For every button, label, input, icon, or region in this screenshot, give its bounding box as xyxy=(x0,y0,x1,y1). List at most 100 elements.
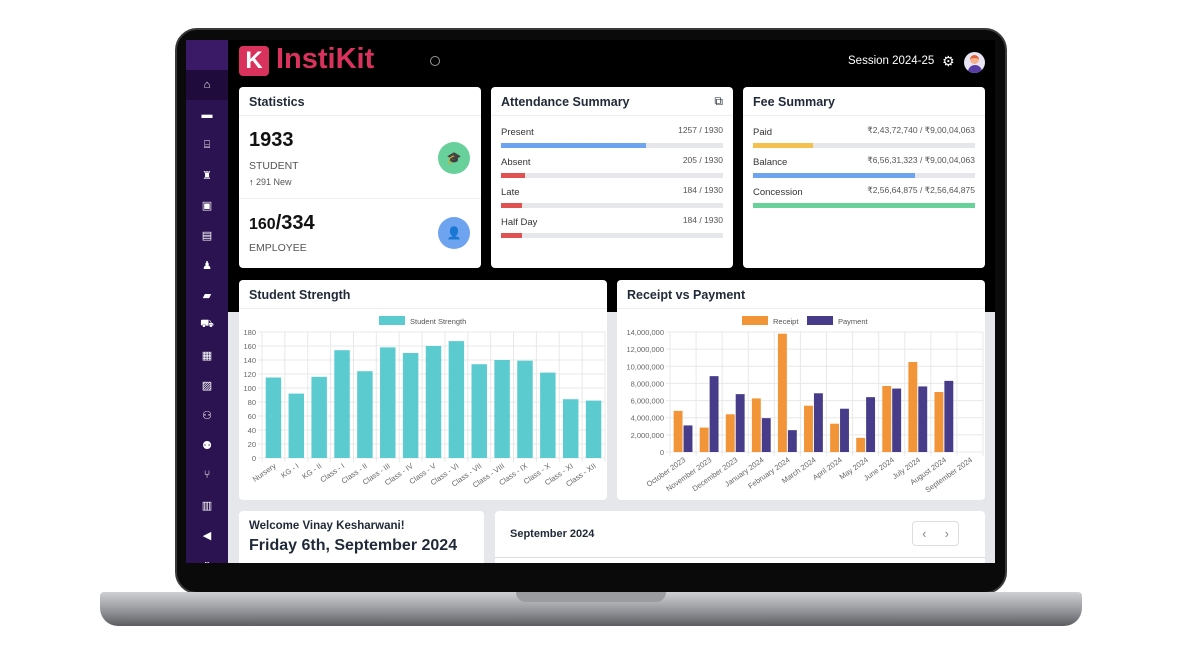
gear-icon[interactable]: ⚙ xyxy=(942,53,955,70)
chevron-left-icon[interactable]: ‹ xyxy=(922,526,926,541)
menu-toggle-icon[interactable] xyxy=(430,56,440,66)
welcome-card: Welcome Vinay Kesharwani! Friday 6th, Se… xyxy=(239,511,484,563)
bar xyxy=(751,398,761,452)
sofa-icon[interactable]: ▬ xyxy=(186,100,228,130)
summary-row: Balance ₹6,56,31,323 / ₹9,00,04,063 xyxy=(743,148,985,178)
folder-icon[interactable]: ▰ xyxy=(186,280,228,310)
truck-icon[interactable]: ⛟ xyxy=(186,310,228,340)
bar xyxy=(288,393,305,458)
row-value: 184 / 1930 xyxy=(682,215,723,225)
bar xyxy=(908,362,918,452)
sidebar: ⌂▬⌸♜▣▤♟▰⛟▦▨⚇⚉⑂▥◀▯ xyxy=(186,40,228,563)
card-title: Student Strength xyxy=(239,280,607,309)
bar xyxy=(856,437,866,452)
row-label: Paid xyxy=(753,127,773,138)
card-title: Statistics xyxy=(239,87,481,116)
row-label: Concession xyxy=(753,187,803,198)
y-tick-label: 160 xyxy=(243,342,256,351)
card-title: Receipt vs Payment xyxy=(617,280,985,309)
progress-bar xyxy=(753,203,975,208)
bar xyxy=(380,347,396,458)
bar xyxy=(562,399,579,458)
y-tick-label: 60 xyxy=(248,412,256,421)
external-link-icon[interactable]: ⧉ xyxy=(714,94,723,109)
x-tick-label: KG - I xyxy=(279,461,300,480)
bar xyxy=(725,414,735,452)
user-avatar[interactable] xyxy=(964,52,985,73)
y-tick-label: 6,000,000 xyxy=(631,397,664,406)
bar xyxy=(402,353,419,458)
employee-present: 160 xyxy=(249,216,276,233)
graduate-icon[interactable]: ♜ xyxy=(186,160,228,190)
logo-icon: K xyxy=(239,46,269,76)
calendar-icon[interactable]: ▦ xyxy=(186,340,228,370)
row-value: ₹6,56,31,323 / ₹9,00,04,063 xyxy=(867,155,975,165)
row-label: Balance xyxy=(753,157,788,168)
summary-row: Late 184 / 1930 xyxy=(491,178,733,208)
bar xyxy=(265,377,282,458)
chevron-right-icon[interactable]: › xyxy=(945,526,949,541)
bar xyxy=(787,430,797,452)
bar xyxy=(777,333,787,452)
y-tick-label: 14,000,000 xyxy=(626,328,664,337)
employee-label: EMPLOYEE xyxy=(249,242,307,254)
row-label: Half Day xyxy=(501,217,538,228)
image-icon[interactable]: ▨ xyxy=(186,370,228,400)
bar xyxy=(334,350,350,458)
legend-swatch xyxy=(807,316,833,325)
new-students: 291 New xyxy=(256,177,292,187)
bar xyxy=(866,397,876,452)
group-icon[interactable]: ⚉ xyxy=(186,430,228,460)
bar xyxy=(683,425,693,452)
screen: ⌂▬⌸♜▣▤♟▰⛟▦▨⚇⚉⑂▥◀▯ K InstiKit Session 202… xyxy=(186,40,995,563)
warehouse-icon[interactable]: ▥ xyxy=(186,490,228,520)
summary-row: Concession ₹2,56,64,875 / ₹2,56,64,875 xyxy=(743,178,985,208)
app-name[interactable]: InstiKit xyxy=(276,43,374,76)
y-tick-label: 40 xyxy=(248,426,256,435)
student-count: 1933 xyxy=(249,129,294,151)
student-label: STUDENT xyxy=(249,160,299,172)
bar xyxy=(357,371,373,458)
summary-row: Present 1257 / 1930 xyxy=(491,118,733,148)
y-tick-label: 180 xyxy=(243,328,256,337)
home-icon[interactable]: ⌂ xyxy=(186,70,228,100)
x-tick-label: April 2024 xyxy=(811,455,844,482)
clipboard-icon[interactable]: ▯ xyxy=(186,550,228,564)
bar xyxy=(830,423,840,452)
y-tick-label: 80 xyxy=(248,398,256,407)
y-tick-label: 100 xyxy=(243,384,256,393)
bank-icon[interactable]: ⌸ xyxy=(186,130,228,160)
statistics-card: Statistics 1933 STUDENT ↑ 291 New 🎓 160/… xyxy=(239,87,481,268)
utensils-icon[interactable]: ⑂ xyxy=(186,460,228,490)
row-value: ₹2,43,72,740 / ₹9,00,04,063 xyxy=(867,125,975,135)
row-label: Absent xyxy=(501,157,531,168)
bar xyxy=(804,405,813,452)
megaphone-icon[interactable]: ◀ xyxy=(186,520,228,550)
x-tick-label: Nursery xyxy=(251,461,278,484)
student-strength-chart: 020406080100120140160180Nursery KG - I KG … xyxy=(243,316,606,490)
y-tick-label: 2,000,000 xyxy=(631,431,664,440)
money-icon[interactable]: ▣ xyxy=(186,190,228,220)
bar xyxy=(709,376,719,452)
bar xyxy=(892,388,902,452)
bar xyxy=(585,400,602,458)
bar xyxy=(673,410,683,452)
user-tie-icon[interactable]: ♟ xyxy=(186,250,228,280)
bar xyxy=(699,427,709,452)
receipt-payment-card: Receipt vs Payment 0 2,000,000 4,000,000 6,… xyxy=(617,280,985,500)
session-selector[interactable]: Session 2024-25 xyxy=(848,55,934,67)
calendar-card: September 2024 ‹ › xyxy=(495,511,985,563)
y-tick-label: 12,000,000 xyxy=(626,345,664,354)
receipt-payment-chart: 0 2,000,000 4,000,000 6,000,000 8,000,000 10,… xyxy=(626,316,984,494)
legend-label: Receipt xyxy=(773,317,799,326)
bar xyxy=(425,346,442,458)
bar xyxy=(471,364,487,458)
calendar-month: September 2024 xyxy=(510,528,595,540)
bar xyxy=(540,372,556,458)
users-icon[interactable]: ⚇ xyxy=(186,400,228,430)
y-tick-label: 8,000,000 xyxy=(631,379,664,388)
book-icon[interactable]: ▤ xyxy=(186,220,228,250)
row-value: ₹2,56,64,875 / ₹2,56,64,875 xyxy=(867,185,975,195)
legend-label: Student Strength xyxy=(410,317,466,326)
y-tick-label: 0 xyxy=(660,448,664,457)
